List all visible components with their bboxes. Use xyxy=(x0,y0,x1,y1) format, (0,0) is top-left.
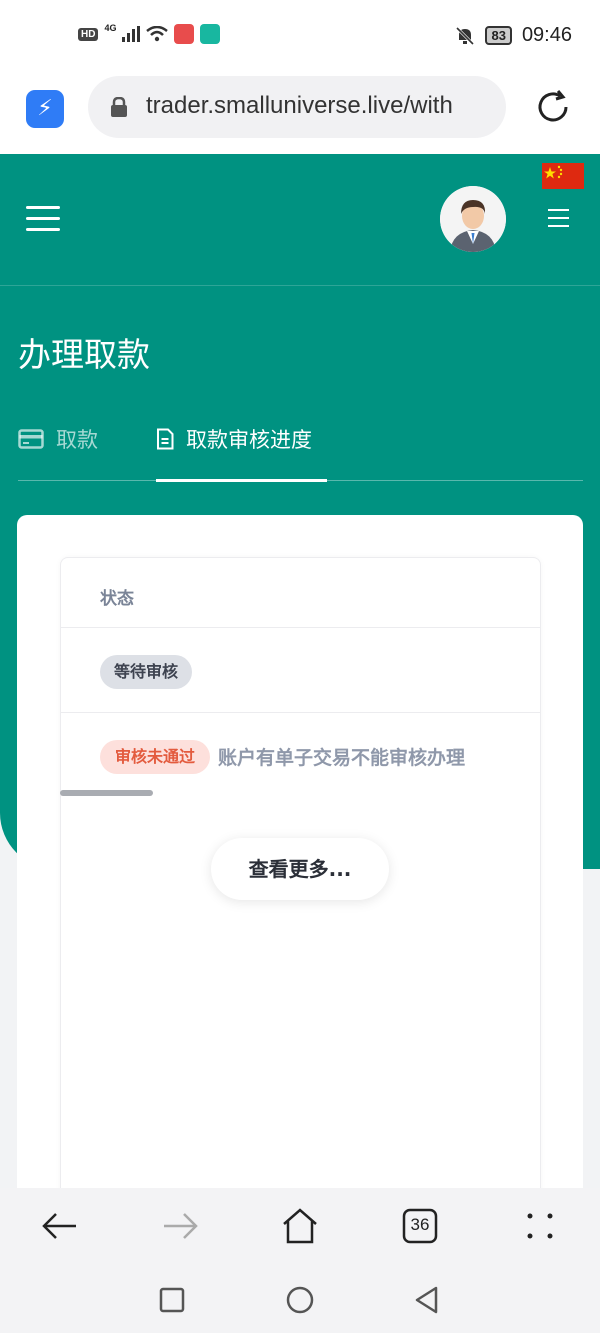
tab-label: 取款审核进度 xyxy=(186,428,312,452)
reload-icon[interactable] xyxy=(534,88,572,126)
status-left: HD 4G xyxy=(78,23,221,44)
hd-badge: HD xyxy=(78,27,99,41)
home-circle-icon[interactable] xyxy=(285,1285,315,1315)
back-arrow-icon[interactable] xyxy=(38,1204,82,1248)
reject-reason: 账户有单子交易不能审核办理 xyxy=(218,747,466,769)
document-icon xyxy=(157,428,174,450)
row-divider xyxy=(60,627,541,628)
header-divider xyxy=(0,285,600,286)
active-tab-indicator xyxy=(156,479,327,482)
column-header-status: 状态 xyxy=(100,589,134,609)
status-badge-pending: 等待审核 xyxy=(100,655,193,689)
back-triangle-icon[interactable] xyxy=(412,1285,442,1315)
status-bar: HD 4G 83 09:46 xyxy=(0,0,600,72)
tab-label: 取款 xyxy=(56,428,98,452)
tab-withdraw-progress[interactable]: 取款审核进度 xyxy=(156,424,312,454)
home-icon[interactable] xyxy=(278,1204,322,1248)
network-type: 4G xyxy=(104,23,117,33)
notification-app-icon xyxy=(200,24,221,44)
mute-bell-icon xyxy=(456,26,475,45)
lock-icon xyxy=(111,97,127,117)
bolt-icon[interactable]: ⚡ xyxy=(26,90,64,128)
wifi-icon xyxy=(146,26,169,42)
sidebar-toggle-icon[interactable] xyxy=(26,206,60,232)
screen: HD 4G 83 09:46 ⚡ trader.smalluniverse.li… xyxy=(0,0,600,1333)
avatar[interactable] xyxy=(440,186,506,252)
load-more-button[interactable]: 查看更多... xyxy=(211,838,389,900)
url-text: trader.smalluniverse.live/with xyxy=(146,92,453,119)
clock: 09:46 xyxy=(521,24,572,46)
signal-icon xyxy=(122,26,141,42)
tab-withdraw[interactable]: 取款 xyxy=(18,424,98,454)
tab-count: 36 xyxy=(410,1215,430,1234)
horizontal-scrollbar[interactable] xyxy=(60,790,153,796)
status-right: 83 09:46 xyxy=(455,24,572,47)
flag-icon[interactable] xyxy=(542,163,584,189)
status-badge-rejected: 审核未通过 xyxy=(100,740,211,774)
notification-app-icon xyxy=(174,24,195,44)
recents-icon[interactable] xyxy=(158,1286,186,1314)
page-title: 办理取款 xyxy=(18,335,150,374)
tabs-count-button[interactable]: 36 xyxy=(398,1204,442,1248)
forward-arrow-icon[interactable] xyxy=(158,1204,202,1248)
menu-icon[interactable] xyxy=(548,209,569,227)
card-icon xyxy=(18,429,44,449)
battery-indicator: 83 xyxy=(485,26,512,45)
more-dots-icon[interactable] xyxy=(518,1204,562,1248)
row-divider xyxy=(60,712,541,713)
address-bar[interactable]: trader.smalluniverse.live/with xyxy=(88,76,506,138)
